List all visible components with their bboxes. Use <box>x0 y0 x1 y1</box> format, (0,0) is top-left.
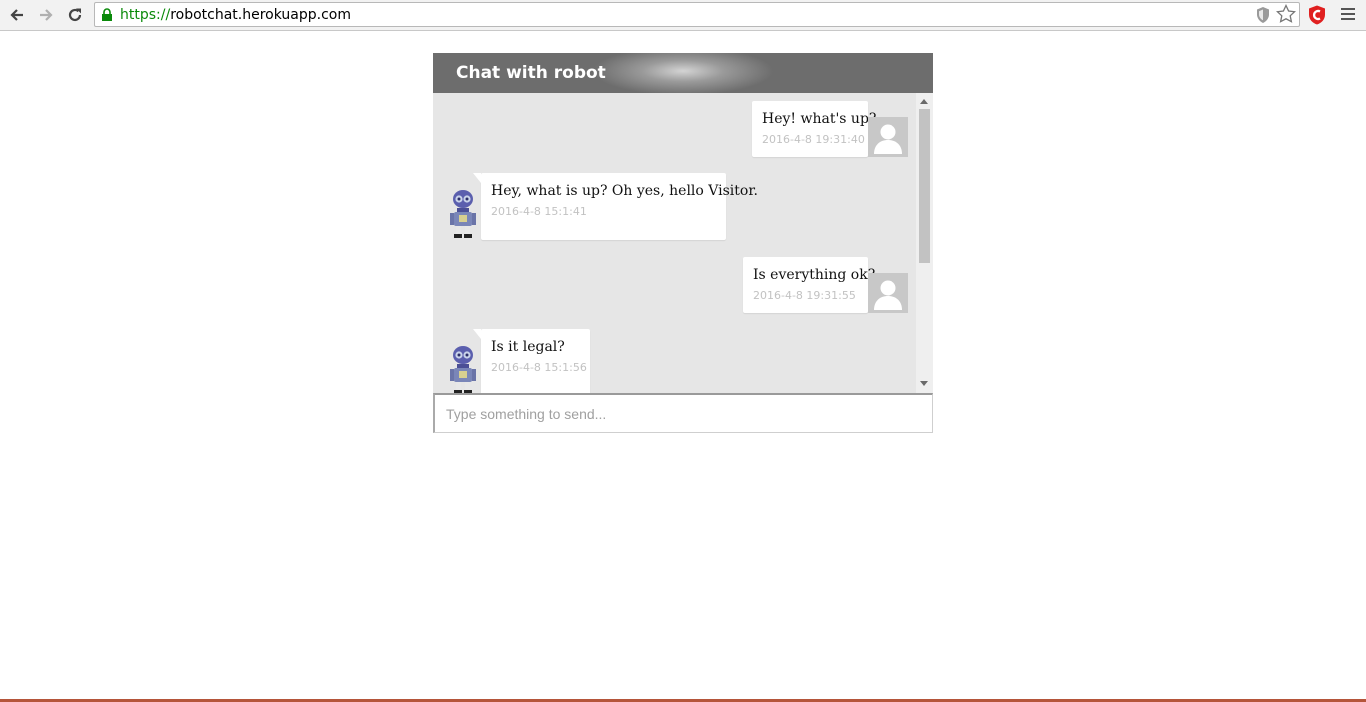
forward-arrow-icon <box>40 9 53 21</box>
message-text: Is everything ok? <box>753 267 876 283</box>
message-time: 2016-4-8 15:1:56 <box>491 361 587 374</box>
lock-icon <box>102 8 112 21</box>
user-message: Is everything ok? 2016-4-8 19:31:55 <box>743 257 876 313</box>
url-host: robotchat.herokuapp.com <box>170 7 351 23</box>
message-text: Is it legal? <box>491 339 565 355</box>
message-list[interactable]: Hey! what's up? 2016-4-8 19:31:40 Hey, w… <box>433 93 933 393</box>
robot-message: Hey, what is up? Oh yes, hello Visitor. … <box>473 173 758 240</box>
browser-toolbar: https://robotchat.herokuapp.com <box>0 0 1366 31</box>
chat-header: Chat with robot <box>433 53 933 93</box>
shield-icon[interactable] <box>1255 6 1271 24</box>
forward-button[interactable] <box>35 4 57 26</box>
url-text: https://robotchat.herokuapp.com <box>120 7 351 23</box>
chat-title: Chat with robot <box>456 63 606 83</box>
bookmark-star-icon[interactable] <box>1276 4 1296 24</box>
user-message: Hey! what's up? 2016-4-8 19:31:40 <box>752 101 876 157</box>
scroll-up-arrow-icon[interactable] <box>920 99 928 104</box>
message-scrollbar[interactable] <box>916 93 933 393</box>
message-time: 2016-4-8 19:31:40 <box>762 133 865 146</box>
back-arrow-icon <box>10 9 23 21</box>
robot-avatar-icon <box>450 346 476 393</box>
scroll-down-arrow-icon[interactable] <box>920 381 928 386</box>
message-time: 2016-4-8 15:1:41 <box>491 205 587 218</box>
address-bar[interactable]: https://robotchat.herokuapp.com <box>94 2 1300 27</box>
user-avatar-icon <box>868 117 908 157</box>
chat-widget: Chat with robot Hey! what's up? 2016-4-8… <box>433 53 933 433</box>
message-input[interactable] <box>433 393 933 433</box>
message-text: Hey! what's up? <box>762 111 877 127</box>
user-avatar-icon <box>868 273 908 313</box>
extension-icon[interactable] <box>1308 5 1326 25</box>
back-button[interactable] <box>6 4 28 26</box>
reload-button[interactable] <box>64 4 86 26</box>
message-text: Hey, what is up? Oh yes, hello Visitor. <box>491 183 758 199</box>
robot-message: Is it legal? 2016-4-8 15:1:56 <box>473 329 590 393</box>
url-scheme: https:// <box>120 7 171 23</box>
menu-icon[interactable] <box>1340 7 1356 21</box>
robot-avatar-icon <box>450 190 476 238</box>
message-time: 2016-4-8 19:31:55 <box>753 289 856 302</box>
scrollbar-thumb[interactable] <box>919 109 930 263</box>
reload-icon <box>68 8 82 22</box>
